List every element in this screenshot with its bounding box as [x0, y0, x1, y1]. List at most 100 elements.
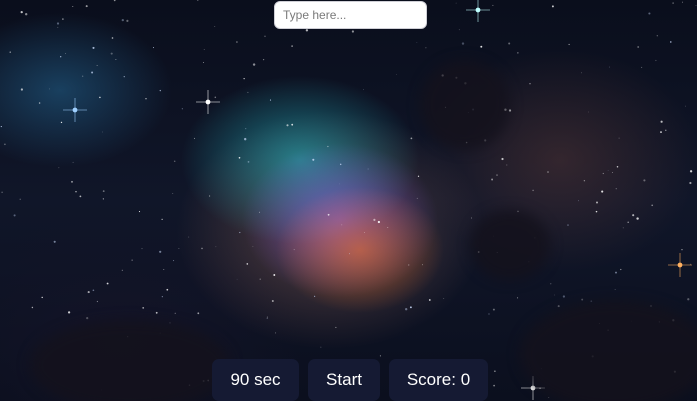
star — [58, 167, 60, 169]
star — [615, 271, 617, 274]
star — [71, 180, 73, 183]
star — [126, 19, 129, 22]
star — [214, 26, 216, 27]
star — [416, 197, 418, 199]
star — [173, 260, 175, 262]
star — [269, 99, 272, 101]
star — [264, 35, 266, 38]
star — [614, 289, 616, 290]
star — [286, 124, 289, 127]
star — [181, 108, 183, 110]
star — [102, 190, 105, 192]
star — [131, 259, 133, 261]
star — [82, 75, 84, 77]
star — [407, 264, 410, 266]
star — [214, 96, 217, 99]
star — [461, 42, 465, 45]
bright-star — [466, 0, 490, 22]
star — [327, 213, 330, 216]
star — [266, 317, 268, 319]
star — [581, 298, 584, 301]
star — [339, 183, 340, 185]
star — [567, 224, 569, 226]
star — [607, 169, 609, 171]
star — [689, 181, 692, 185]
star — [102, 131, 103, 133]
star — [364, 232, 365, 234]
star — [243, 78, 245, 80]
star — [689, 170, 693, 173]
star — [141, 248, 143, 250]
star — [41, 296, 43, 299]
star — [266, 316, 268, 318]
star — [123, 76, 125, 78]
star — [665, 129, 667, 131]
star — [31, 306, 34, 309]
star — [67, 311, 71, 314]
star — [643, 179, 646, 182]
star — [557, 305, 560, 308]
start-button[interactable]: Start — [308, 359, 380, 401]
star — [682, 1, 683, 3]
star — [247, 91, 249, 93]
star — [209, 195, 211, 197]
star — [86, 316, 89, 320]
word-input[interactable] — [274, 1, 427, 29]
star — [363, 89, 364, 90]
bright-star — [668, 253, 692, 277]
star — [550, 283, 552, 285]
star — [159, 250, 162, 253]
star — [602, 172, 604, 175]
star — [252, 246, 254, 247]
star — [547, 171, 549, 173]
star — [379, 355, 381, 357]
star — [627, 221, 629, 223]
star — [532, 189, 534, 192]
star — [595, 210, 598, 213]
star — [695, 5, 697, 7]
star — [685, 105, 686, 107]
star — [113, 0, 116, 2]
star — [480, 45, 483, 48]
star — [529, 83, 531, 85]
star — [620, 268, 622, 271]
star — [19, 198, 21, 200]
star — [155, 311, 158, 314]
game-canvas: 90 sec Start Score: 0 — [0, 0, 697, 401]
star — [396, 73, 397, 75]
star — [172, 193, 174, 195]
star — [60, 121, 63, 124]
star — [305, 29, 309, 32]
star — [616, 165, 619, 168]
star — [163, 269, 165, 270]
star — [197, 0, 199, 1]
star — [92, 289, 95, 292]
star — [595, 201, 599, 204]
star — [517, 297, 519, 299]
star — [57, 26, 59, 28]
star — [238, 156, 241, 159]
star — [583, 180, 586, 182]
star — [259, 278, 261, 280]
star — [239, 231, 241, 234]
star — [615, 188, 617, 190]
star — [612, 172, 613, 173]
star — [262, 58, 265, 61]
star — [1, 191, 3, 193]
star — [258, 211, 261, 213]
star — [72, 161, 74, 163]
star — [291, 45, 293, 47]
star — [0, 126, 2, 128]
star — [455, 2, 457, 4]
dust-cloud — [420, 60, 510, 150]
star — [87, 291, 90, 294]
star — [53, 240, 56, 243]
bright-star — [196, 90, 220, 114]
star — [115, 59, 117, 60]
star — [377, 220, 381, 224]
star — [13, 214, 16, 217]
star — [25, 13, 28, 16]
star — [341, 224, 343, 226]
star — [245, 128, 247, 130]
star — [56, 22, 60, 25]
